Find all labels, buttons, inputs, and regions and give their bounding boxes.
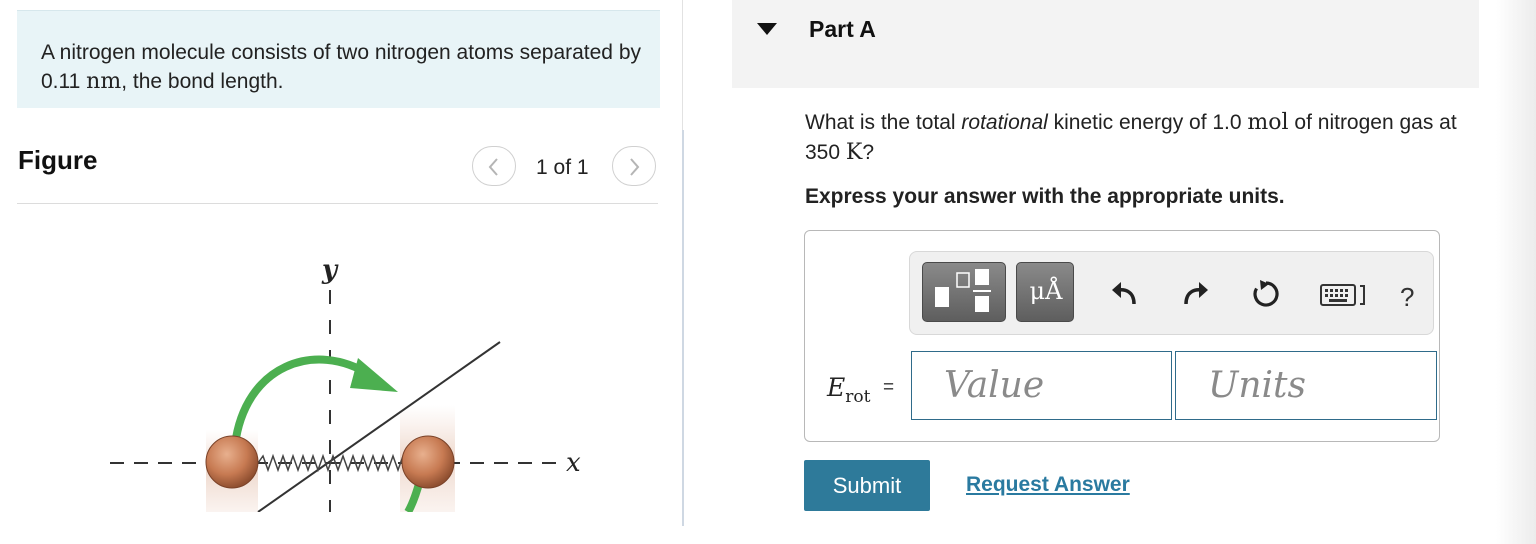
question-text: What is the total rotational kinetic ene… (805, 110, 1457, 165)
answer-instruction: Express your answer with the appropriate… (805, 185, 1285, 208)
part-a-header[interactable]: Part A (732, 0, 1479, 88)
help-button[interactable]: ? (1400, 282, 1414, 313)
left-pane: A nitrogen molecule consists of two nitr… (0, 0, 684, 544)
units-input[interactable] (1175, 351, 1437, 420)
figure-divider (17, 203, 658, 204)
pane-divider-top (682, 0, 683, 130)
value-input[interactable] (911, 351, 1172, 420)
equals-sign: = (883, 377, 895, 398)
figure-title: Figure (18, 145, 98, 175)
y-axis-label: y (321, 255, 339, 285)
answer-variable-label: Erot (827, 373, 871, 407)
figure-next-button[interactable] (612, 146, 656, 186)
problem-statement: A nitrogen molecule consists of two nitr… (41, 41, 641, 94)
nitrogen-atom-right (401, 435, 455, 489)
pane-divider[interactable] (682, 130, 684, 526)
fraction-template-icon (935, 269, 991, 312)
problem-statement-box: A nitrogen molecule consists of two nitr… (17, 10, 660, 108)
reset-icon[interactable] (1250, 278, 1282, 310)
answer-box: μÅ ? Erot = (804, 230, 1440, 442)
chevron-left-icon (488, 158, 498, 176)
nitrogen-atom-left (205, 435, 259, 489)
caret-down-icon[interactable] (756, 22, 778, 36)
page-edge-shadow (1496, 0, 1536, 544)
figure-pager-count: 1 of 1 (536, 156, 589, 179)
keyboard-icon[interactable] (1320, 284, 1368, 306)
figure-prev-button[interactable] (472, 146, 516, 186)
submit-button[interactable]: Submit (804, 460, 930, 511)
nitrogen-molecule-figure: y x (110, 255, 581, 512)
redo-icon[interactable] (1180, 280, 1210, 308)
templates-button[interactable] (922, 262, 1006, 322)
x-axis-label: x (566, 448, 581, 478)
math-toolbar: μÅ ? (909, 251, 1434, 335)
undo-icon[interactable] (1110, 280, 1140, 308)
request-answer-link[interactable]: Request Answer (966, 473, 1130, 497)
chevron-right-icon (630, 158, 640, 176)
rotation-arrow-head (350, 358, 398, 392)
part-title: Part A (809, 16, 876, 42)
units-button[interactable]: μÅ (1016, 262, 1074, 322)
